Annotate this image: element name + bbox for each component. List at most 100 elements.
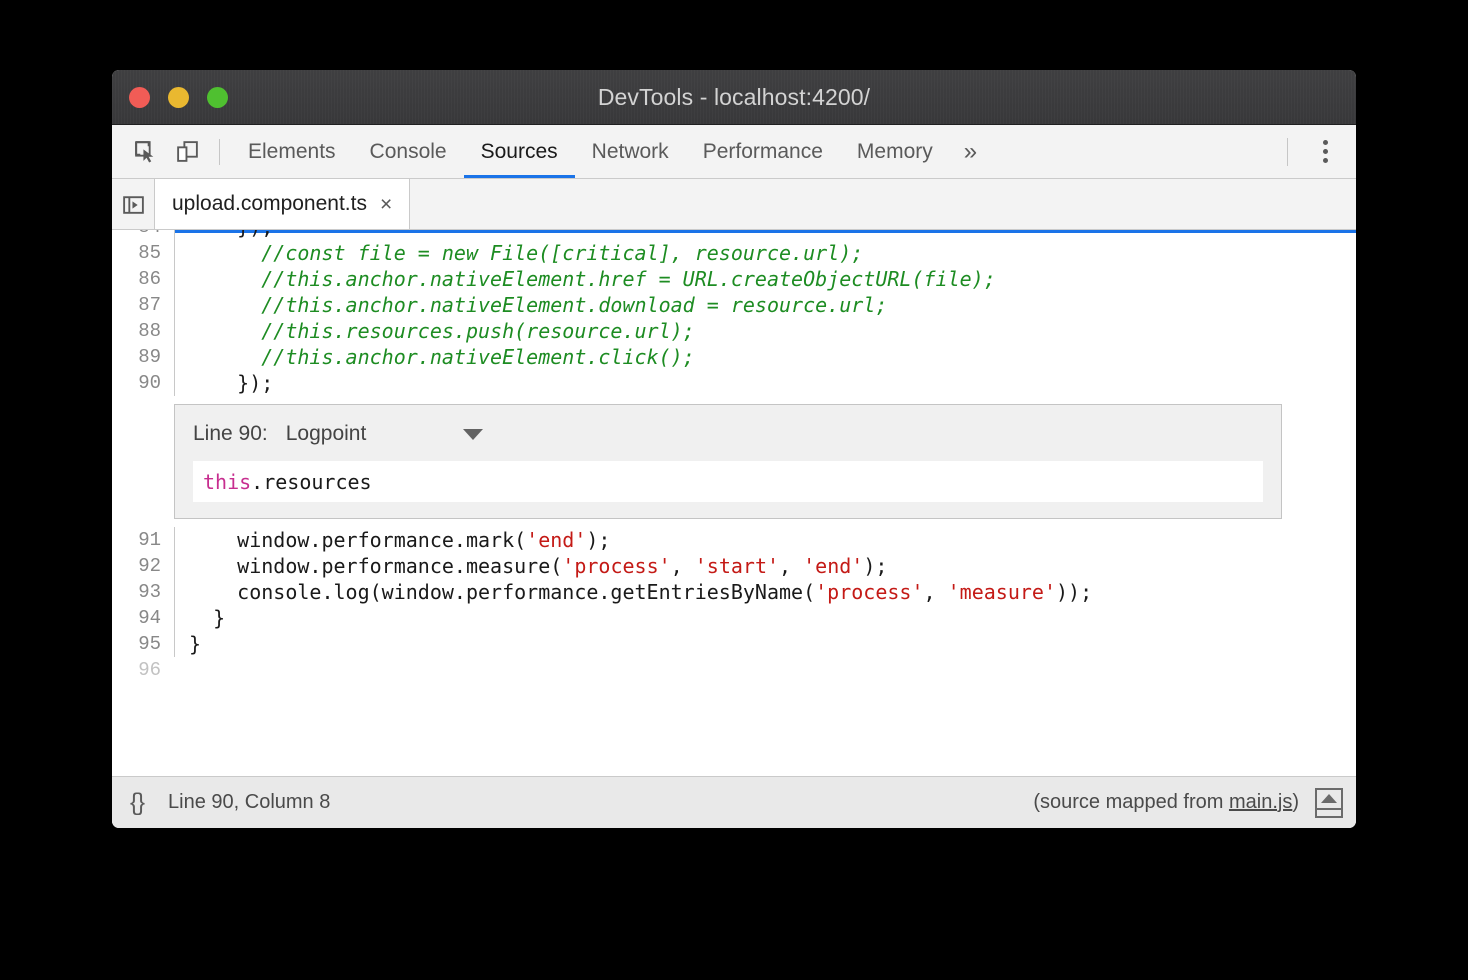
code-row: 93 console.log(window.performance.getEnt…	[112, 579, 1356, 605]
code-text: window.performance.mark('end');	[174, 527, 1356, 553]
plain-token: );	[863, 554, 887, 578]
code-block-after: 91 window.performance.mark('end'); 92 wi…	[112, 527, 1356, 683]
zoom-window-button[interactable]	[207, 87, 228, 108]
code-row: 94 }	[112, 605, 1356, 631]
keyword-token: this	[203, 470, 251, 494]
string-token: 'process'	[562, 554, 670, 578]
devtools-window: DevTools - localhost:4200/ Elem	[112, 70, 1356, 828]
plain-token: }	[189, 606, 225, 630]
plain-token: window.performance.measure(	[189, 554, 562, 578]
more-tabs-chevron-icon[interactable]: »	[950, 125, 991, 178]
plain-token: });	[189, 371, 273, 395]
tab-network[interactable]: Network	[575, 125, 686, 178]
close-icon[interactable]: ×	[380, 194, 392, 215]
code-text: }	[174, 605, 1356, 631]
code-text: });	[174, 370, 1356, 396]
pretty-print-braces-icon[interactable]: {}	[130, 789, 144, 817]
string-token: 'measure'	[948, 580, 1056, 604]
window-title: DevTools - localhost:4200/	[112, 84, 1356, 111]
line-number: 90	[112, 370, 174, 396]
close-window-button[interactable]	[129, 87, 150, 108]
plain-token: ));	[1056, 580, 1092, 604]
plain-token: );	[586, 528, 610, 552]
source-editor[interactable]: 84 }); 85 //const file = new File([criti…	[112, 230, 1356, 783]
plain-token: ,	[924, 580, 948, 604]
string-token: 'start'	[695, 554, 779, 578]
tab-elements-label: Elements	[248, 140, 336, 164]
file-tab-label: upload.component.ts	[172, 192, 367, 216]
devtools-tab-bar: Elements Console Sources Network Perform…	[112, 125, 1356, 179]
comment-token: //this.anchor.nativeElement.href = URL.c…	[189, 267, 996, 291]
string-token: 'end'	[526, 528, 586, 552]
tab-console[interactable]: Console	[353, 125, 464, 178]
code-text: //const file = new File([critical], reso…	[174, 240, 1356, 266]
minimize-window-button[interactable]	[168, 87, 189, 108]
source-mapped-label: (source mapped from main.js)	[1033, 791, 1299, 814]
pretty-print-bar	[1317, 808, 1341, 810]
toolbar-divider-right	[1287, 138, 1288, 166]
code-text: //this.anchor.nativeElement.click();	[174, 344, 1356, 370]
plain-token: ,	[671, 554, 695, 578]
line-number: 85	[112, 240, 174, 266]
traffic-lights	[129, 70, 228, 125]
inspect-element-icon[interactable]	[126, 133, 164, 171]
panel-tab-list: Elements Console Sources Network Perform…	[231, 125, 991, 178]
line-number: 95	[112, 631, 174, 657]
code-row: 85 //const file = new File([critical], r…	[112, 240, 1356, 266]
code-text: //this.resources.push(resource.url);	[174, 318, 1356, 344]
string-token: 'process'	[815, 580, 923, 604]
code-row: 96	[112, 657, 1356, 683]
code-row: 91 window.performance.mark('end');	[112, 527, 1356, 553]
tab-memory[interactable]: Memory	[840, 125, 950, 178]
logpoint-kind-label: Logpoint	[286, 422, 367, 446]
line-number: 87	[112, 292, 174, 318]
code-text: });	[174, 230, 1356, 240]
comment-token: //this.anchor.nativeElement.download = r…	[189, 293, 887, 317]
chevron-down-icon[interactable]	[463, 429, 483, 440]
line-number: 93	[112, 579, 174, 605]
tab-performance[interactable]: Performance	[686, 125, 840, 178]
file-tab-strip: upload.component.ts ×	[112, 179, 1356, 230]
code-row: 95 }	[112, 631, 1356, 657]
code-text: //this.anchor.nativeElement.href = URL.c…	[174, 266, 1356, 292]
toolbar-divider	[219, 139, 220, 165]
pretty-print-triangle	[1321, 794, 1337, 803]
device-toolbar-icon[interactable]	[168, 133, 206, 171]
pretty-print-icon[interactable]	[1315, 788, 1343, 818]
source-mapped-prefix: (source mapped from	[1033, 791, 1229, 813]
tab-memory-label: Memory	[857, 140, 933, 164]
source-mapped-suffix: )	[1292, 791, 1299, 813]
tab-network-label: Network	[592, 140, 669, 164]
comment-token: //const file = new File([critical], reso…	[189, 241, 863, 265]
code-row: 88 //this.resources.push(resource.url);	[112, 318, 1356, 344]
line-number: 86	[112, 266, 174, 292]
tab-console-label: Console	[370, 140, 447, 164]
logpoint-header: Line 90: Logpoint	[193, 419, 1263, 449]
tab-sources[interactable]: Sources	[464, 125, 575, 178]
comment-token: //this.resources.push(resource.url);	[189, 319, 695, 343]
code-row: 87 //this.anchor.nativeElement.download …	[112, 292, 1356, 318]
logpoint-expression-input[interactable]: this.resources	[193, 461, 1263, 502]
plain-token: console.log(window.performance.getEntrie…	[189, 580, 815, 604]
expression-rest: .resources	[251, 470, 371, 494]
line-number: 92	[112, 553, 174, 579]
code-text: window.performance.measure('process', 's…	[174, 553, 1356, 579]
code-row: 90 });	[112, 370, 1356, 396]
kebab-menu-icon[interactable]	[1308, 135, 1342, 169]
string-token: 'end'	[803, 554, 863, 578]
code-row: 92 window.performance.measure('process',…	[112, 553, 1356, 579]
tab-elements[interactable]: Elements	[231, 125, 353, 178]
comment-token: //this.anchor.nativeElement.click();	[189, 345, 695, 369]
logpoint-line-label: Line 90:	[193, 422, 268, 446]
tab-performance-label: Performance	[703, 140, 823, 164]
file-tab-upload-component[interactable]: upload.component.ts ×	[154, 179, 410, 229]
show-navigator-icon[interactable]	[112, 179, 154, 230]
logpoint-editor[interactable]: Line 90: Logpoint this.resources	[174, 404, 1282, 519]
plain-token: }	[189, 632, 201, 656]
code-text: console.log(window.performance.getEntrie…	[174, 579, 1356, 605]
line-number: 89	[112, 344, 174, 370]
plain-token: ,	[779, 554, 803, 578]
source-map-link[interactable]: main.js	[1229, 791, 1292, 813]
code-text: }	[174, 631, 1356, 657]
line-number: 91	[112, 527, 174, 553]
